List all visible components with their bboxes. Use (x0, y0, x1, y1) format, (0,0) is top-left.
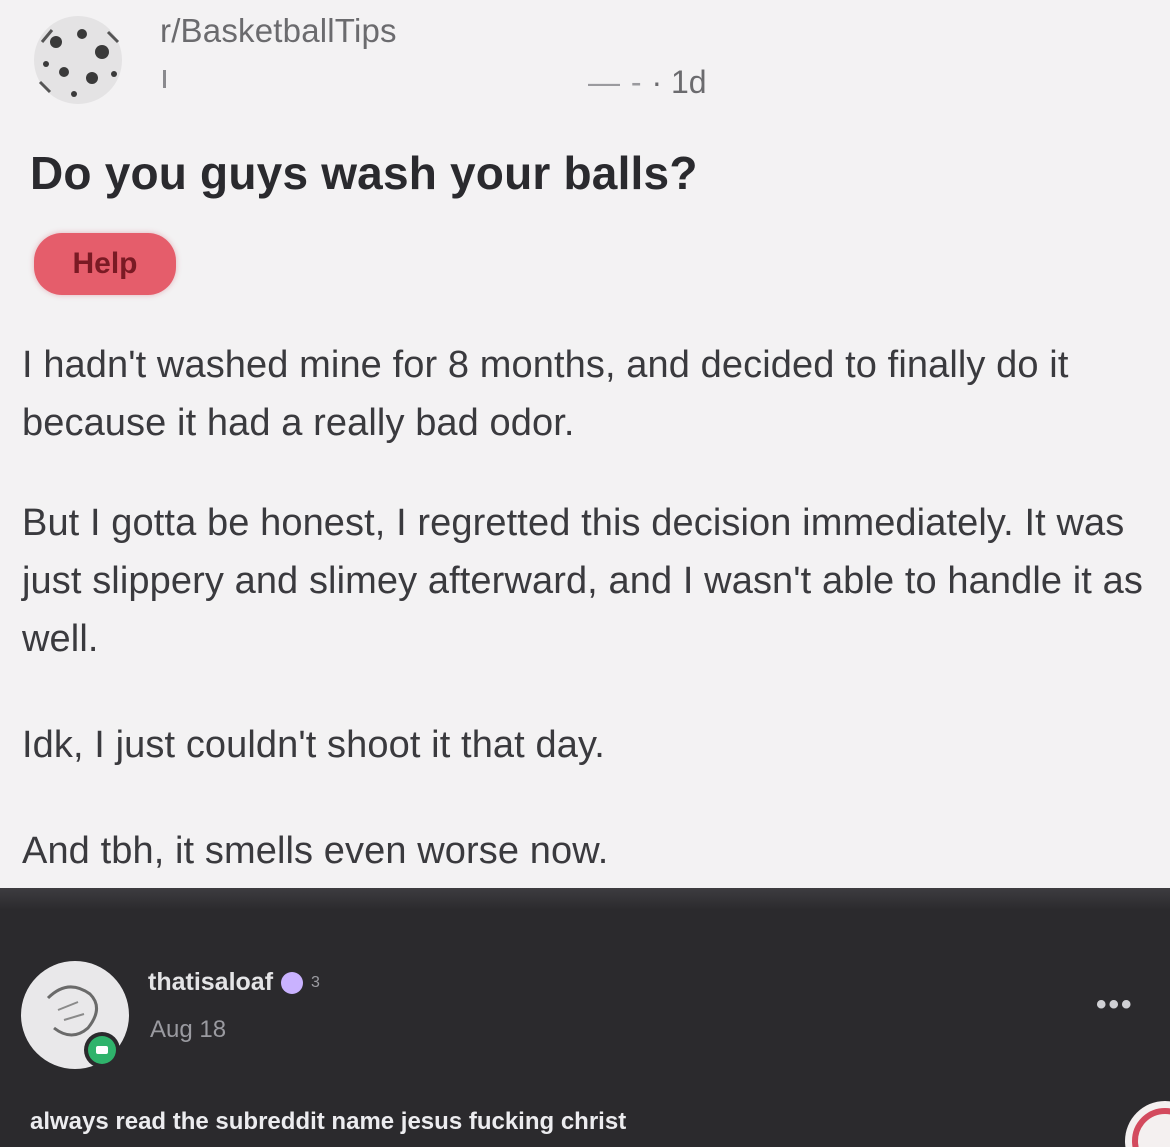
sticker-icon (1120, 1096, 1170, 1147)
comment-panel: thatisaloaf 3 Aug 18 ••• always read the… (0, 888, 1170, 1147)
post-age: 1d (670, 64, 707, 100)
comment-date: Aug 18 (150, 1016, 227, 1043)
author-placeholder: — - (588, 64, 643, 100)
subreddit-avatar[interactable] (22, 12, 134, 108)
commenter-username[interactable]: thatisaloaf 3 (148, 968, 320, 997)
flair-badge[interactable]: Help (34, 233, 176, 295)
commenter-avatar[interactable] (18, 958, 132, 1072)
post-paragraph: Idk, I just couldn't shoot it that day. (22, 724, 605, 766)
badge-count: 3 (311, 973, 320, 991)
post-paragraph: But I gotta be honest, I regretted this … (22, 502, 1143, 660)
username-text[interactable]: thatisaloaf (148, 968, 273, 997)
subreddit-name[interactable]: r/BasketballTips (160, 12, 397, 50)
comment-text: always read the subreddit name jesus fuc… (30, 1108, 627, 1135)
flair-label: Help (72, 247, 138, 280)
post-paragraph: I hadn't washed mine for 8 months, and d… (22, 344, 1069, 444)
divider (0, 888, 1170, 910)
meta-separator: · (651, 64, 663, 100)
post-paragraph: And tbh, it smells even worse now. (22, 830, 609, 872)
badge-icon (281, 971, 304, 994)
post-title[interactable]: Do you guys wash your balls? (30, 146, 698, 200)
author-name[interactable] (163, 70, 166, 88)
reddit-post: r/BasketballTips — - · 1d Do you guys wa… (0, 0, 1170, 888)
post-body: I hadn't washed mine for 8 months, and d… (22, 336, 1170, 928)
more-options-icon[interactable]: ••• (1096, 988, 1134, 1022)
post-meta: — - · 1d (588, 64, 707, 101)
